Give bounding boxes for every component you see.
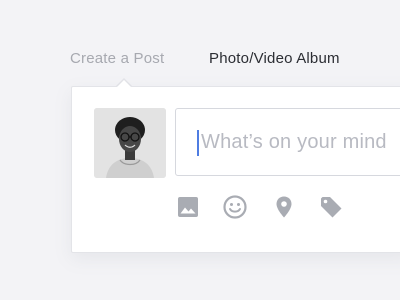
- text-cursor: [197, 130, 199, 156]
- tab-create-post[interactable]: Create a Post: [70, 50, 164, 67]
- post-text-input[interactable]: What’s on your mind: [175, 108, 400, 176]
- tab-pointer-caret-fill: [117, 80, 131, 87]
- map-pin-icon[interactable]: [271, 194, 297, 220]
- smiley-icon[interactable]: [222, 194, 248, 220]
- tab-photo-video-album[interactable]: Photo/Video Album: [209, 50, 340, 67]
- image-icon[interactable]: [175, 194, 201, 220]
- avatar: [94, 108, 166, 178]
- avatar-portrait-icon: [94, 108, 166, 178]
- post-input-placeholder: What’s on your mind: [201, 131, 387, 153]
- tag-icon[interactable]: [318, 194, 344, 220]
